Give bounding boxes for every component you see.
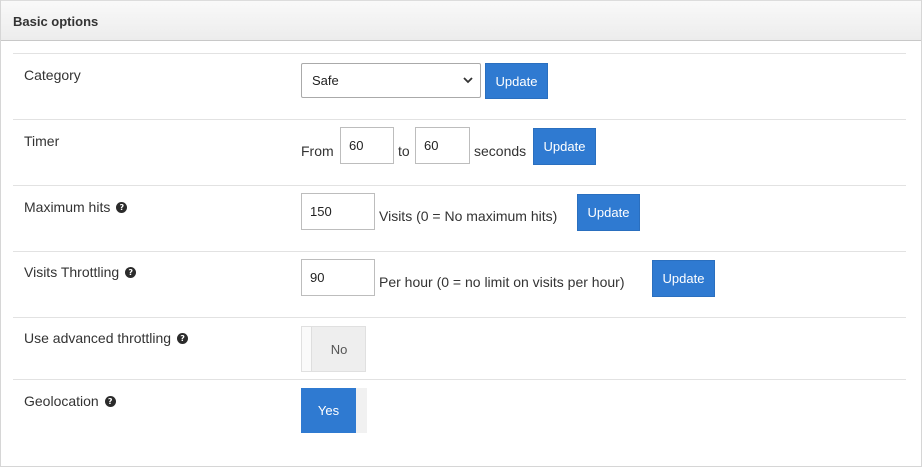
timer-to-text: to: [398, 143, 410, 159]
row-divider: [13, 185, 906, 186]
timer-from-input[interactable]: 60: [340, 127, 394, 164]
visits-throttling-update-button[interactable]: Update: [652, 260, 715, 297]
max-hits-update-button[interactable]: Update: [577, 194, 640, 231]
question-circle-icon[interactable]: ?: [116, 201, 128, 213]
visits-throttling-input[interactable]: 90: [301, 259, 375, 296]
category-update-button[interactable]: Update: [485, 63, 548, 99]
timer-to-input[interactable]: 60: [415, 127, 470, 164]
visits-throttling-label-text: Visits Throttling: [24, 264, 120, 280]
visits-throttling-hint: Per hour (0 = no limit on visits per hou…: [379, 274, 625, 290]
geolocation-label-text: Geolocation: [24, 393, 99, 409]
max-hits-label: Maximum hits ?: [24, 199, 128, 215]
advanced-throttling-label-text: Use advanced throttling: [24, 330, 172, 346]
row-divider: [13, 53, 906, 54]
question-circle-icon[interactable]: ?: [177, 332, 189, 344]
category-label-text: Category: [24, 67, 81, 83]
timer-update-button[interactable]: Update: [533, 128, 596, 165]
chevron-down-icon: [463, 77, 473, 84]
timer-label: Timer: [24, 133, 59, 149]
row-divider: [13, 119, 906, 120]
question-circle-icon[interactable]: ?: [104, 395, 116, 407]
max-hits-input[interactable]: 150: [301, 193, 375, 230]
category-label: Category: [24, 67, 81, 83]
category-selected-value: Safe: [312, 73, 339, 88]
row-divider: [13, 251, 906, 252]
toggle-knob: [302, 327, 312, 371]
timer-unit-text: seconds: [474, 143, 527, 159]
max-hits-hint: Visits (0 = No maximum hits): [379, 208, 558, 224]
advanced-throttling-toggle[interactable]: No: [301, 326, 366, 372]
geolocation-label: Geolocation ?: [24, 393, 116, 409]
question-circle-icon[interactable]: ?: [125, 266, 137, 278]
row-divider: [13, 317, 906, 318]
max-hits-label-text: Maximum hits: [24, 199, 111, 215]
timer-label-text: Timer: [24, 133, 60, 149]
advanced-throttling-label: Use advanced throttling ?: [24, 330, 189, 346]
advanced-throttling-state: No: [330, 341, 348, 357]
geolocation-state: Yes: [301, 388, 356, 433]
row-divider: [13, 379, 906, 380]
basic-options-panel: Basic options Category Safe Update Timer…: [0, 0, 922, 467]
geolocation-toggle[interactable]: Yes: [301, 388, 367, 433]
category-select[interactable]: Safe: [301, 63, 481, 98]
panel-title: Basic options: [13, 14, 99, 29]
visits-throttling-label: Visits Throttling ?: [24, 264, 137, 280]
timer-from-text: From: [301, 143, 334, 159]
panel-header: Basic options: [1, 0, 921, 41]
